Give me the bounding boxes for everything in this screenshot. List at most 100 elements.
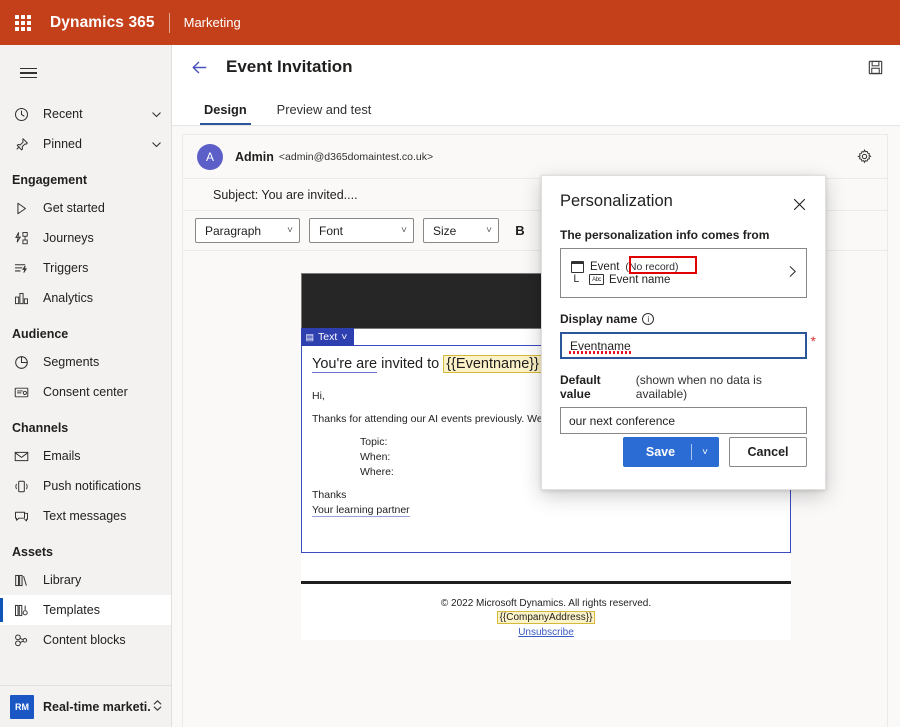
sidebar-item-library[interactable]: Library	[0, 565, 171, 595]
chevron-down-icon[interactable]	[149, 109, 163, 120]
personalization-dialog: Personalization The personalization info…	[541, 175, 826, 490]
waffle-grid-icon[interactable]	[10, 10, 36, 36]
top-navigation-bar: Dynamics 365 Marketing	[0, 0, 900, 45]
analytics-icon	[12, 289, 31, 308]
sidebar-item-content-blocks[interactable]: Content blocks	[0, 625, 171, 655]
segments-pie-icon	[12, 353, 31, 372]
email-footer: © 2022 Microsoft Dynamics. All rights re…	[301, 584, 791, 641]
sidebar-item-emails[interactable]: Emails	[0, 441, 171, 471]
chevron-right-icon[interactable]	[787, 265, 798, 281]
tab-design[interactable]: Design	[200, 102, 251, 125]
envelope-icon	[12, 447, 31, 466]
block-type-tag[interactable]: ▤ Text ˅	[301, 328, 355, 346]
tab-bar: Design Preview and test	[172, 89, 900, 126]
font-family-value: Font	[319, 224, 387, 238]
app-badge: RM	[10, 695, 34, 719]
up-down-chevron-icon[interactable]	[152, 699, 163, 715]
sidebar-item-label: Templates	[43, 603, 163, 617]
triggers-icon	[12, 259, 31, 278]
sidebar-item-label: Get started	[43, 201, 163, 215]
display-name-label: Display name i	[560, 312, 807, 326]
sidebar-item-journeys[interactable]: Journeys	[0, 223, 171, 253]
paragraph-style-select[interactable]: Paragraph ˅	[195, 218, 300, 243]
footer-copyright: © 2022 Microsoft Dynamics. All rights re…	[301, 597, 791, 612]
templates-icon	[12, 601, 31, 620]
app-switcher[interactable]: RM Real-time marketi...	[0, 685, 171, 727]
content-blocks-icon	[12, 631, 31, 650]
unsubscribe-link[interactable]: Unsubscribe	[518, 627, 574, 638]
sidebar-item-triggers[interactable]: Triggers	[0, 253, 171, 283]
tab-preview-and-test[interactable]: Preview and test	[273, 102, 376, 125]
command-bar: Event Invitation	[172, 45, 900, 89]
sender-name: Admin	[235, 150, 274, 164]
sidebar-item-label: Consent center	[43, 385, 163, 399]
sidebar-item-recent[interactable]: Recent	[0, 99, 171, 129]
back-arrow-icon[interactable]	[186, 54, 212, 80]
sidebar-item-label: Pinned	[43, 137, 149, 151]
sidebar-item-get-started[interactable]: Get started	[0, 193, 171, 223]
sender-email: <admin@d365domaintest.co.uk>	[279, 151, 433, 163]
play-triangle-icon	[12, 199, 31, 218]
tree-branch-glyph: L	[573, 274, 584, 286]
source-picker-content: Event (No record) L Abc Event name	[571, 261, 781, 286]
sidebar-item-label: Recent	[43, 107, 149, 121]
paragraph-style-value: Paragraph	[205, 224, 273, 238]
source-field-row: L Abc Event name	[571, 274, 781, 286]
gear-icon[interactable]	[853, 146, 875, 168]
sidebar-item-push-notifications[interactable]: Push notifications	[0, 471, 171, 501]
brand-divider	[169, 13, 170, 33]
headline-prefix: You're are	[312, 356, 377, 373]
sidebar-item-label: Emails	[43, 449, 163, 463]
source-field-name: Event name	[609, 274, 670, 286]
close-x-icon[interactable]	[787, 192, 811, 216]
app-module-name[interactable]: Marketing	[184, 15, 241, 30]
chevron-down-icon: ˅	[486, 225, 492, 236]
mobile-push-icon	[12, 477, 31, 496]
sidebar-item-consent-center[interactable]: Consent center	[0, 377, 171, 407]
dialog-footer: Save ˅ Cancel	[542, 427, 825, 489]
source-field-label: The personalization info comes from	[560, 228, 807, 242]
bold-button[interactable]: B	[508, 219, 532, 243]
sidebar-item-templates[interactable]: Templates	[0, 595, 171, 625]
sidebar-item-label: Library	[43, 573, 163, 587]
save-floppy-icon[interactable]	[862, 54, 888, 80]
display-name-input[interactable]	[560, 332, 807, 359]
sidebar-item-segments[interactable]: Segments	[0, 347, 171, 377]
personalization-source-picker[interactable]: Event (No record) L Abc Event name	[560, 248, 807, 298]
company-address-token[interactable]: {{CompanyAddress}}	[497, 611, 596, 624]
consent-card-icon	[12, 383, 31, 402]
chevron-down-icon: ˅	[341, 331, 347, 343]
sidebar-item-analytics[interactable]: Analytics	[0, 283, 171, 313]
chat-bubble-icon	[12, 507, 31, 526]
footer-address-row: {{CompanyAddress}}	[301, 611, 791, 626]
text-field-icon: Abc	[589, 274, 604, 285]
sidebar-item-pinned[interactable]: Pinned	[0, 129, 171, 159]
save-button[interactable]: Save ˅	[623, 437, 719, 467]
font-size-select[interactable]: Size ˅	[423, 218, 499, 243]
display-name-field-wrapper: *	[560, 332, 807, 359]
info-circle-icon[interactable]: i	[642, 313, 654, 325]
chevron-down-icon[interactable]	[149, 139, 163, 150]
personalization-token[interactable]: {{Eventname}}	[443, 355, 542, 373]
library-books-icon	[12, 571, 31, 590]
chevron-down-icon: ˅	[401, 225, 407, 236]
dialog-header: Personalization	[542, 176, 825, 216]
footer-unsubscribe-row: Unsubscribe	[301, 626, 791, 641]
sidebar-group-audience: Audience	[0, 313, 171, 347]
hamburger-icon[interactable]	[8, 53, 48, 93]
chevron-down-icon[interactable]: ˅	[692, 447, 718, 458]
font-size-value: Size	[433, 224, 472, 238]
sidebar-item-text-messages[interactable]: Text messages	[0, 501, 171, 531]
page-title: Event Invitation	[226, 57, 862, 77]
required-marker: *	[811, 334, 816, 348]
brand-title[interactable]: Dynamics 365	[46, 14, 155, 32]
sidebar-item-label: Push notifications	[43, 479, 163, 493]
email-signature: Your learning partner	[312, 504, 778, 516]
cancel-button[interactable]: Cancel	[729, 437, 807, 467]
chevron-down-icon: ˅	[287, 225, 293, 236]
sidebar-group-engagement: Engagement	[0, 159, 171, 193]
dialog-body: The personalization info comes from Even…	[542, 216, 825, 434]
block-tag-label: Text	[318, 331, 337, 343]
font-family-select[interactable]: Font ˅	[309, 218, 414, 243]
default-value-label: Default value(shown when no data is avai…	[560, 373, 807, 401]
